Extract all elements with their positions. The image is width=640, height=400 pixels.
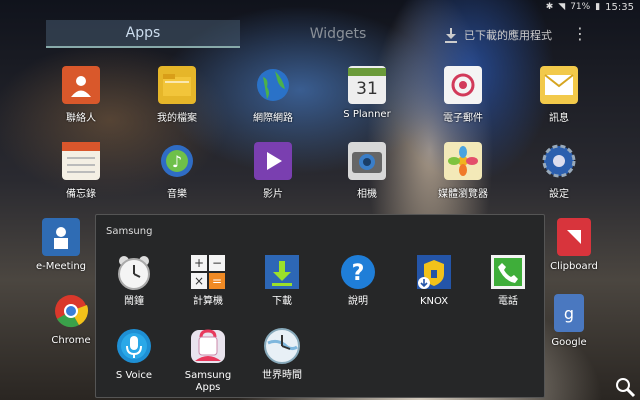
app-clipboard[interactable]: Clipboard [544,218,604,282]
app-gallery[interactable]: 媒體瀏覽器 [418,142,508,206]
app-label: 我的檔案 [157,113,197,124]
clipboard-icon [557,218,591,256]
folder-app-label: Samsung Apps [184,370,232,393]
folder-app-label: 說明 [348,296,368,307]
folder-app-label: 鬧鐘 [124,296,144,307]
folder-app-s-voice[interactable]: S Voice [98,327,170,397]
app-label: 訊息 [549,113,569,124]
app-camera[interactable]: 相機 [322,142,412,206]
app-s-planner[interactable]: 31 S Planner [322,66,412,130]
app-label: 備忘錄 [66,189,96,200]
knox-lock-icon [415,253,453,291]
battery-level: 71% [570,2,591,12]
folder-title: Samsung [106,226,153,237]
folder-app-help[interactable]: ? 說明 [322,253,394,323]
camera-icon [348,142,386,180]
folder-app-label: 下載 [272,296,292,307]
folder-app-knox[interactable]: KNOX [398,253,470,323]
microphone-icon [115,327,153,365]
magnifier-icon[interactable] [614,376,636,398]
download-icon [445,28,457,43]
meeting-icon [42,218,80,256]
folder-app-download[interactable]: 下載 [246,253,318,323]
globe-icon [254,66,292,104]
app-label: 設定 [549,189,569,200]
app-email[interactable]: 電子郵件 [418,66,508,130]
folder-app-label: S Voice [115,370,153,381]
app-contacts[interactable]: 聯絡人 [36,66,126,130]
app-label: e-Meeting [35,261,87,272]
folder-app-label: 世界時間 [262,370,302,381]
folder-app-world-clock[interactable]: 世界時間 [246,327,318,397]
shopping-bag-icon [189,327,227,365]
calculator-icon: + − × = [189,253,227,291]
calendar-day: 31 [356,79,378,99]
phone-icon [489,253,527,291]
app-settings[interactable]: 設定 [514,142,604,206]
bluetooth-icon: ✱ [545,2,554,12]
app-internet[interactable]: 網際網路 [228,66,318,130]
chrome-icon [52,292,90,330]
app-label: Clipboard [550,261,598,272]
google-icon: g [554,294,584,332]
status-bar: ✱ ◥ 71% ▮ 15:35 [0,0,640,14]
contacts-icon [62,66,100,104]
apps-topbar: Apps Widgets 已下載的應用程式 ⋮ [0,18,640,50]
svg-text:×: × [194,274,204,288]
folder-app-phone[interactable]: 電話 [472,253,544,323]
envelope-icon [540,66,578,104]
svg-text:♪: ♪ [172,152,182,171]
alarm-clock-icon [115,253,153,291]
app-my-files[interactable]: 我的檔案 [132,66,222,130]
folder-app-label: KNOX [419,296,449,307]
downloaded-apps-label: 已下載的應用程式 [464,29,552,42]
download-icon [263,253,301,291]
music-icon: ♪ [158,142,196,180]
svg-text:=: = [212,274,222,288]
app-e-meeting[interactable]: e-Meeting [26,218,96,282]
svg-text:−: − [212,256,222,270]
app-label: 網際網路 [253,113,293,124]
more-vertical-icon[interactable]: ⋮ [572,24,588,43]
help-icon: ? [339,253,377,291]
email-icon [444,66,482,104]
app-label: 影片 [263,189,283,200]
folder-app-calculator[interactable]: + − × = 計算機 [172,253,244,323]
svg-text:?: ? [352,261,365,286]
wifi-icon: ◥ [558,2,566,12]
folder-app-label: 電話 [498,296,518,307]
app-label: 媒體瀏覽器 [438,189,488,200]
folder-app-samsung-apps[interactable]: Samsung Apps [172,327,244,397]
status-time: 15:35 [605,1,634,13]
app-label: S Planner [343,109,391,120]
downloaded-apps-button[interactable]: 已下載的應用程式 [444,24,552,46]
battery-icon: ▮ [595,2,601,12]
app-messages[interactable]: 訊息 [514,66,604,130]
world-clock-icon [263,327,301,365]
app-label: 音樂 [167,189,187,200]
app-label: 聯絡人 [66,113,96,124]
app-label: 相機 [357,189,377,200]
gallery-icon [444,142,482,180]
tab-apps[interactable]: Apps [46,20,240,48]
samsung-folder: Samsung 鬧鐘 + − × = 計算機 下載 ? 說明 KNOX 電話 S… [95,214,545,398]
folder-app-alarm[interactable]: 鬧鐘 [98,253,170,323]
svg-text:+: + [194,256,204,270]
app-google[interactable]: g Google [544,294,594,358]
folder-icon [158,66,196,104]
app-label: Google [551,337,587,348]
app-label: Chrome [51,335,91,346]
video-icon [254,142,292,180]
tab-widgets[interactable]: Widgets [240,20,436,48]
app-memo[interactable]: 備忘錄 [36,142,126,206]
app-music[interactable]: ♪ 音樂 [132,142,222,206]
folder-app-label: 計算機 [193,296,223,307]
calendar-icon: 31 [348,66,386,104]
app-label: 電子郵件 [443,113,483,124]
memo-icon [62,142,100,180]
app-video[interactable]: 影片 [228,142,318,206]
gear-icon [540,142,578,180]
